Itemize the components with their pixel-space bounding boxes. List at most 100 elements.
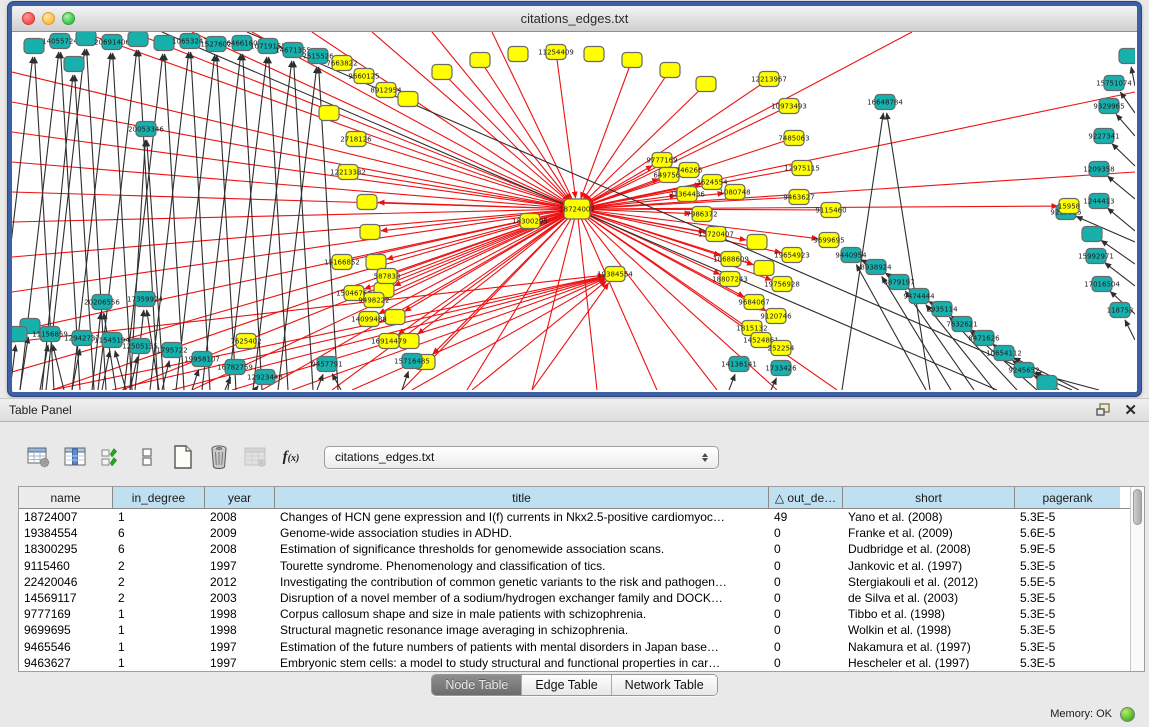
- rows-icon[interactable]: [132, 442, 162, 472]
- network-node[interactable]: 19756928: [764, 277, 800, 292]
- table-cell[interactable]: Dudbridge et al. (2008): [843, 542, 1015, 556]
- network-edge[interactable]: [442, 72, 569, 201]
- table-cell[interactable]: 5.3E-5: [1015, 623, 1120, 637]
- network-node[interactable]: 3624554: [696, 175, 728, 190]
- table-row[interactable]: 946554611997Estimation of the future num…: [19, 639, 1130, 655]
- network-edge[interactable]: [12, 102, 577, 209]
- table-cell[interactable]: 1997: [205, 656, 275, 670]
- table-selector-dropdown[interactable]: citations_edges.txt: [324, 446, 719, 469]
- network-node[interactable]: [754, 261, 774, 276]
- network-edge[interactable]: [1107, 176, 1135, 199]
- network-node[interactable]: 9227341: [1088, 129, 1119, 144]
- network-node[interactable]: 1244413: [1083, 194, 1114, 209]
- network-node[interactable]: 252254: [768, 341, 795, 356]
- network-edge[interactable]: [577, 209, 657, 390]
- table-cell[interactable]: 22420046: [19, 575, 113, 589]
- network-node[interactable]: [24, 39, 44, 54]
- table-cell[interactable]: 5.5E-5: [1015, 575, 1120, 589]
- table-cell[interactable]: de Silva et al. (2003): [843, 591, 1015, 605]
- window-titlebar[interactable]: citations_edges.txt: [12, 6, 1137, 32]
- table-cell[interactable]: 5.3E-5: [1015, 640, 1120, 654]
- network-node[interactable]: [696, 77, 716, 92]
- table-cell[interactable]: 5.9E-5: [1015, 542, 1120, 556]
- table-cell[interactable]: 14569117: [19, 591, 113, 605]
- network-node[interactable]: 15751074: [1096, 76, 1132, 91]
- network-node[interactable]: 12213382: [330, 165, 366, 180]
- network-node[interactable]: [128, 32, 148, 47]
- table-cell[interactable]: 2008: [205, 542, 275, 556]
- network-node[interactable]: 20053346: [128, 122, 164, 137]
- network-node[interactable]: 18724007: [559, 199, 595, 219]
- network-edge[interactable]: [1112, 144, 1135, 166]
- network-node[interactable]: [508, 47, 528, 62]
- network-node[interactable]: [1119, 49, 1135, 64]
- table-row[interactable]: 911546021997Tourette syndrome. Phenomeno…: [19, 558, 1130, 574]
- network-node[interactable]: [747, 235, 767, 250]
- table-mode-icon[interactable]: [24, 442, 54, 472]
- network-node[interactable]: 9660125: [348, 69, 379, 84]
- table-row[interactable]: 969969511998Structural magnetic resonanc…: [19, 622, 1130, 638]
- network-edge[interactable]: [887, 113, 930, 390]
- table-cell[interactable]: 2003: [205, 591, 275, 605]
- network-node[interactable]: [470, 53, 490, 68]
- table-cell[interactable]: 1: [113, 623, 205, 637]
- table-cell[interactable]: 6: [113, 526, 205, 540]
- network-node[interactable]: 14099488: [351, 312, 387, 327]
- network-node[interactable]: [622, 53, 642, 68]
- select-columns-icon[interactable]: [96, 442, 126, 472]
- table-cell[interactable]: Nakamura et al. (1997): [843, 640, 1015, 654]
- table-cell[interactable]: Tibbo et al. (1998): [843, 607, 1015, 621]
- column-header-year[interactable]: year: [205, 487, 275, 508]
- network-node[interactable]: 10973493: [771, 99, 807, 114]
- table-cell[interactable]: Wolkin et al. (1998): [843, 623, 1015, 637]
- table-cell[interactable]: Estimation of significance thresholds fo…: [275, 542, 769, 556]
- table-cell[interactable]: 1: [113, 607, 205, 621]
- table-row[interactable]: 977716911998Corpus callosum shape and si…: [19, 606, 1130, 622]
- network-edge[interactable]: [20, 337, 28, 390]
- table-cell[interactable]: 2: [113, 559, 205, 573]
- network-node[interactable]: 15958: [1058, 199, 1080, 214]
- table-row[interactable]: 2242004622012Investigating the contribut…: [19, 574, 1130, 590]
- table-cell[interactable]: 18724007: [19, 510, 113, 524]
- table-cell[interactable]: 1998: [205, 623, 275, 637]
- network-node[interactable]: [319, 106, 339, 121]
- network-node[interactable]: 15720407: [698, 227, 734, 242]
- table-cell[interactable]: 0: [769, 607, 843, 621]
- network-node[interactable]: 16782759: [217, 360, 253, 375]
- table-cell[interactable]: Corpus callosum shape and size in male p…: [275, 607, 769, 621]
- table-cell[interactable]: 5.3E-5: [1015, 559, 1120, 573]
- network-edge[interactable]: [317, 374, 323, 390]
- table-cell[interactable]: 1997: [205, 640, 275, 654]
- network-edge[interactable]: [12, 162, 577, 209]
- network-node[interactable]: [1037, 376, 1057, 391]
- show-column-icon[interactable]: [60, 442, 90, 472]
- table-cell[interactable]: 5.3E-5: [1015, 591, 1120, 605]
- network-edge[interactable]: [418, 209, 577, 334]
- network-node[interactable]: 9474444: [903, 289, 935, 304]
- network-edge[interactable]: [394, 209, 577, 286]
- network-node[interactable]: [366, 255, 386, 270]
- network-edge[interactable]: [577, 209, 717, 390]
- table-cell[interactable]: 9699695: [19, 623, 113, 637]
- table-cell[interactable]: 9115460: [19, 559, 113, 573]
- network-node[interactable]: 12213967: [751, 72, 787, 87]
- network-edge[interactable]: [729, 374, 735, 390]
- network-edge[interactable]: [332, 374, 341, 390]
- network-node[interactable]: 1733426: [765, 361, 797, 376]
- table-cell[interactable]: Yano et al. (2008): [843, 510, 1015, 524]
- network-node[interactable]: 7485063: [778, 131, 809, 146]
- network-node[interactable]: [64, 57, 84, 72]
- table-cell[interactable]: 0: [769, 575, 843, 589]
- vertical-scrollbar[interactable]: [1130, 487, 1144, 671]
- memory-status-icon[interactable]: [1120, 707, 1135, 722]
- network-node[interactable]: 17016504: [1084, 277, 1120, 292]
- network-node[interactable]: [12, 327, 27, 342]
- network-node[interactable]: [432, 65, 452, 80]
- network-node[interactable]: 9777169: [646, 153, 677, 168]
- network-node[interactable]: 9699695: [813, 233, 844, 248]
- network-node[interactable]: 8912954: [370, 83, 402, 98]
- table-cell[interactable]: 0: [769, 542, 843, 556]
- table-row[interactable]: 946362711997Embryonic stem cells: a mode…: [19, 655, 1130, 671]
- network-node[interactable]: [357, 195, 377, 210]
- table-cell[interactable]: 1998: [205, 607, 275, 621]
